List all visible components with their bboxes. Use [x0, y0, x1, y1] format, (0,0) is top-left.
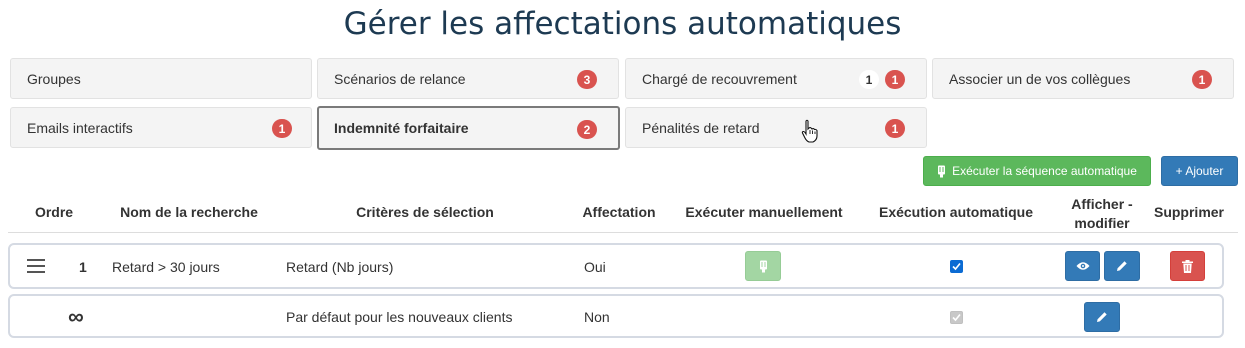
tab-associer-collegues[interactable]: Associer un de vos collègues 1	[932, 58, 1234, 99]
header-order: Ordre	[34, 204, 74, 220]
row-criteria: Par défaut pour les nouveaux clients	[286, 309, 513, 325]
header-view-edit: Afficher - modifier	[1058, 195, 1146, 233]
auto-execution-checkbox[interactable]	[950, 260, 963, 273]
tab-emails-interactifs[interactable]: Emails interactifs 1	[10, 107, 312, 148]
count-badge: 3	[577, 70, 597, 89]
run-automatic-sequence-label: Exécuter la séquence automatique	[952, 164, 1137, 178]
count-badge: 1	[272, 119, 292, 138]
header-view-edit-line1: Afficher -	[1071, 196, 1133, 212]
count-badge: 1	[1192, 70, 1212, 89]
tab-label: Indemnité forfaitaire	[334, 120, 469, 136]
tab-charge-recouvrement[interactable]: Chargé de recouvrement 1 1	[625, 58, 927, 99]
add-button[interactable]: + Ajouter	[1161, 156, 1238, 186]
header-delete: Supprimer	[1153, 204, 1224, 220]
header-view-edit-line2: modifier	[1074, 215, 1130, 231]
row-search-name: Retard > 30 jours	[112, 259, 220, 275]
row-order: 1	[79, 259, 87, 275]
run-manually-button[interactable]	[745, 251, 781, 281]
device-icon	[937, 165, 946, 178]
hand-pointer-icon	[801, 119, 819, 143]
tab-label: Pénalités de retard	[642, 119, 760, 136]
tab-scenarios-relance[interactable]: Scénarios de relance 3	[317, 58, 619, 99]
count-badge: 1	[859, 70, 879, 89]
delete-button[interactable]	[1170, 251, 1205, 281]
tab-label: Emails interactifs	[27, 119, 133, 136]
header-run-manually: Exécuter manuellement	[685, 204, 843, 220]
pencil-icon	[1096, 311, 1108, 323]
tab-label: Chargé de recouvrement	[642, 70, 797, 87]
row-criteria: Retard (Nb jours)	[286, 259, 394, 275]
header-auto-execution: Exécution automatique	[878, 204, 1034, 220]
view-button[interactable]	[1065, 251, 1100, 281]
tab-indemnite-forfaitaire[interactable]: Indemnité forfaitaire 2	[317, 106, 620, 150]
run-automatic-sequence-button[interactable]: Exécuter la séquence automatique	[923, 156, 1151, 186]
tab-penalites-retard[interactable]: Pénalités de retard 1	[625, 107, 927, 148]
header-assignment: Affectation	[582, 204, 656, 220]
header-search-name: Nom de la recherche	[120, 204, 258, 220]
row-order: ∞	[68, 304, 84, 329]
count-badge: 1	[885, 70, 905, 89]
page-title: Gérer les affectations automatiques	[343, 6, 902, 42]
tab-label: Scénarios de relance	[334, 70, 466, 87]
row-assignment: Oui	[584, 259, 606, 275]
tab-label: Groupes	[27, 70, 81, 87]
count-badge: 1	[885, 119, 905, 138]
tab-label: Associer un de vos collègues	[949, 70, 1131, 87]
header-criteria: Critères de sélection	[356, 204, 494, 220]
table-row: ∞ Par défaut pour les nouveaux clients N…	[8, 294, 1224, 338]
eye-icon	[1076, 261, 1090, 271]
auto-execution-checkbox	[950, 311, 963, 324]
count-badge: 2	[577, 120, 597, 139]
tab-groupes[interactable]: Groupes	[10, 58, 312, 99]
header-divider	[8, 232, 1238, 233]
trash-icon	[1182, 259, 1193, 273]
edit-button[interactable]	[1104, 251, 1140, 281]
edit-button[interactable]	[1084, 302, 1120, 332]
add-label: + Ajouter	[1175, 164, 1224, 178]
device-icon	[759, 260, 768, 273]
drag-handle-icon[interactable]	[27, 259, 45, 273]
row-assignment: Non	[584, 309, 610, 325]
table-row: 1 Retard > 30 jours Retard (Nb jours) Ou…	[8, 243, 1224, 289]
pencil-icon	[1116, 260, 1128, 272]
